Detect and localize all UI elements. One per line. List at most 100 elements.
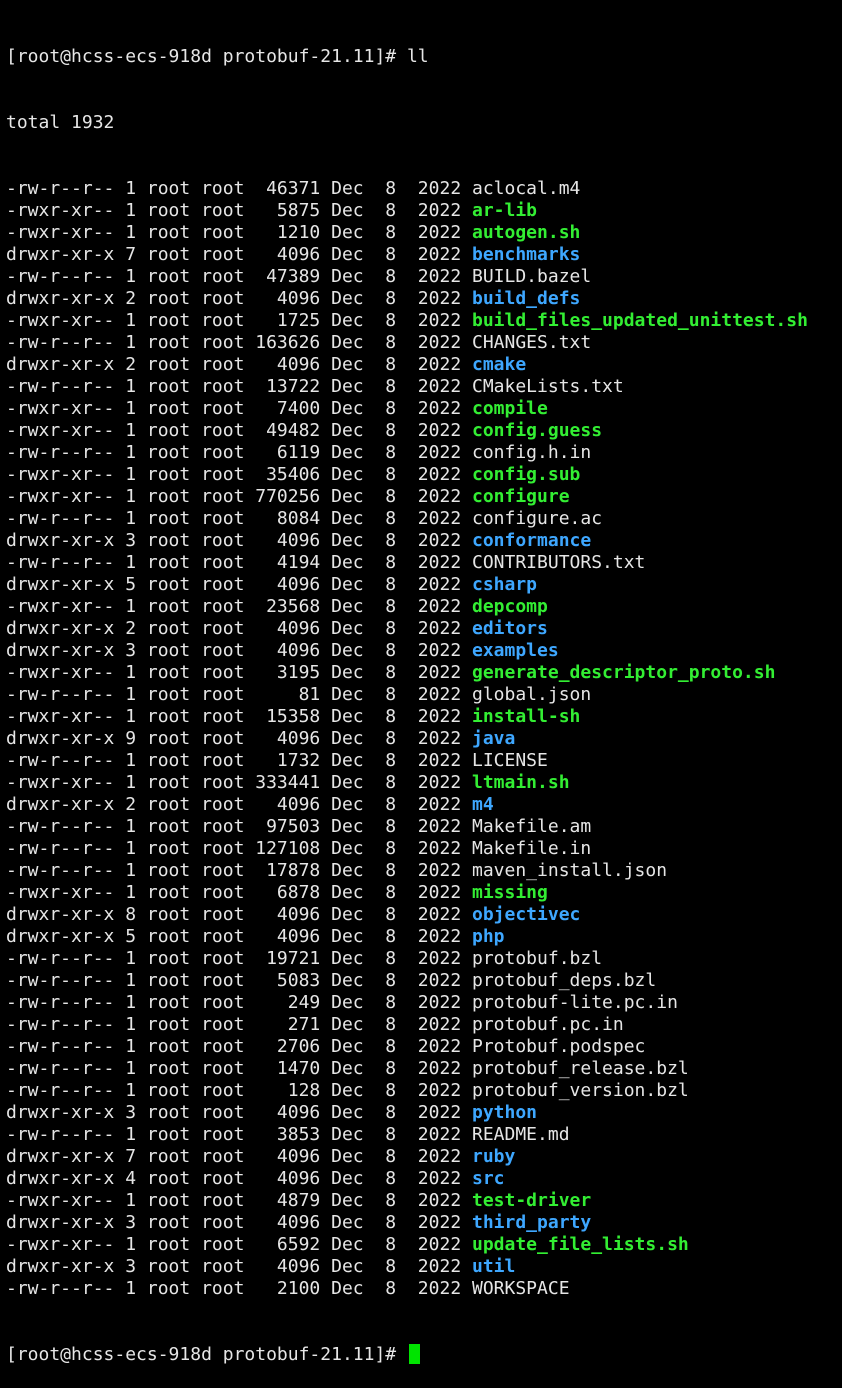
listing-row: -rw-r--r-- 1 root root 5083 Dec 8 2022 p… xyxy=(6,970,842,992)
row-metadata: drwxr-xr-x 2 root root 4096 Dec 8 2022 xyxy=(6,354,472,375)
row-metadata: drwxr-xr-x 7 root root 4096 Dec 8 2022 xyxy=(6,1146,472,1167)
file-name: ruby xyxy=(472,1146,516,1167)
row-metadata: -rwxr-xr-- 1 root root 770256 Dec 8 2022 xyxy=(6,486,472,507)
file-name: configure.ac xyxy=(472,508,603,529)
file-name: Protobuf.podspec xyxy=(472,1036,646,1057)
listing-row: -rwxr-xr-- 1 root root 35406 Dec 8 2022 … xyxy=(6,464,842,486)
row-metadata: drwxr-xr-x 9 root root 4096 Dec 8 2022 xyxy=(6,728,472,749)
file-name: test-driver xyxy=(472,1190,592,1211)
file-name: config.guess xyxy=(472,420,603,441)
row-metadata: -rw-r--r-- 1 root root 3853 Dec 8 2022 xyxy=(6,1124,472,1145)
listing-row: -rw-r--r-- 1 root root 271 Dec 8 2022 pr… xyxy=(6,1014,842,1036)
file-name: CHANGES.txt xyxy=(472,332,592,353)
file-name: util xyxy=(472,1256,516,1277)
file-name: BUILD.bazel xyxy=(472,266,592,287)
listing-row: -rwxr-xr-- 1 root root 1210 Dec 8 2022 a… xyxy=(6,222,842,244)
row-metadata: -rw-r--r-- 1 root root 249 Dec 8 2022 xyxy=(6,992,472,1013)
file-name: LICENSE xyxy=(472,750,548,771)
file-name: benchmarks xyxy=(472,244,581,265)
listing-row: -rw-r--r-- 1 root root 2706 Dec 8 2022 P… xyxy=(6,1036,842,1058)
listing-row: -rwxr-xr-- 1 root root 49482 Dec 8 2022 … xyxy=(6,420,842,442)
listing-row: -rwxr-xr-- 1 root root 333441 Dec 8 2022… xyxy=(6,772,842,794)
row-metadata: drwxr-xr-x 3 root root 4096 Dec 8 2022 xyxy=(6,1212,472,1233)
final-prompt-line[interactable]: [root@hcss-ecs-918d protobuf-21.11]# xyxy=(6,1344,842,1366)
file-name: java xyxy=(472,728,516,749)
file-name: build_files_updated_unittest.sh xyxy=(472,310,808,331)
row-metadata: -rw-r--r-- 1 root root 1732 Dec 8 2022 xyxy=(6,750,472,771)
row-metadata: -rw-r--r-- 1 root root 2706 Dec 8 2022 xyxy=(6,1036,472,1057)
row-metadata: -rwxr-xr-- 1 root root 23568 Dec 8 2022 xyxy=(6,596,472,617)
row-metadata: -rwxr-xr-- 1 root root 15358 Dec 8 2022 xyxy=(6,706,472,727)
command-line: [root@hcss-ecs-918d protobuf-21.11]# ll xyxy=(6,46,842,68)
row-metadata: drwxr-xr-x 7 root root 4096 Dec 8 2022 xyxy=(6,244,472,265)
row-metadata: -rwxr-xr-- 1 root root 49482 Dec 8 2022 xyxy=(6,420,472,441)
file-name: examples xyxy=(472,640,559,661)
row-metadata: -rw-r--r-- 1 root root 6119 Dec 8 2022 xyxy=(6,442,472,463)
listing-row: -rw-r--r-- 1 root root 6119 Dec 8 2022 c… xyxy=(6,442,842,464)
listing-row: -rw-r--r-- 1 root root 47389 Dec 8 2022 … xyxy=(6,266,842,288)
listing-row: -rwxr-xr-- 1 root root 770256 Dec 8 2022… xyxy=(6,486,842,508)
listing-row: drwxr-xr-x 7 root root 4096 Dec 8 2022 b… xyxy=(6,244,842,266)
file-name: ltmain.sh xyxy=(472,772,570,793)
file-name: README.md xyxy=(472,1124,570,1145)
row-metadata: -rw-r--r-- 1 root root 19721 Dec 8 2022 xyxy=(6,948,472,969)
file-name: install-sh xyxy=(472,706,581,727)
row-metadata: drwxr-xr-x 5 root root 4096 Dec 8 2022 xyxy=(6,926,472,947)
listing-row: -rw-r--r-- 1 root root 8084 Dec 8 2022 c… xyxy=(6,508,842,530)
row-metadata: -rw-r--r-- 1 root root 4194 Dec 8 2022 xyxy=(6,552,472,573)
listing-row: -rw-r--r-- 1 root root 1732 Dec 8 2022 L… xyxy=(6,750,842,772)
listing-row: drwxr-xr-x 2 root root 4096 Dec 8 2022 m… xyxy=(6,794,842,816)
row-metadata: -rwxr-xr-- 1 root root 5875 Dec 8 2022 xyxy=(6,200,472,221)
row-metadata: -rwxr-xr-- 1 root root 7400 Dec 8 2022 xyxy=(6,398,472,419)
file-name: protobuf_release.bzl xyxy=(472,1058,689,1079)
row-metadata: -rw-r--r-- 1 root root 97503 Dec 8 2022 xyxy=(6,816,472,837)
row-metadata: -rw-r--r-- 1 root root 127108 Dec 8 2022 xyxy=(6,838,472,859)
file-name: csharp xyxy=(472,574,538,595)
row-metadata: -rw-r--r-- 1 root root 128 Dec 8 2022 xyxy=(6,1080,472,1101)
shell-prompt: [root@hcss-ecs-918d protobuf-21.11]# xyxy=(6,46,407,67)
file-name: missing xyxy=(472,882,548,903)
row-metadata: -rw-r--r-- 1 root root 46371 Dec 8 2022 xyxy=(6,178,472,199)
listing-row: drwxr-xr-x 5 root root 4096 Dec 8 2022 p… xyxy=(6,926,842,948)
listing-row: -rwxr-xr-- 1 root root 1725 Dec 8 2022 b… xyxy=(6,310,842,332)
file-name: maven_install.json xyxy=(472,860,668,881)
row-metadata: drwxr-xr-x 3 root root 4096 Dec 8 2022 xyxy=(6,530,472,551)
row-metadata: -rw-r--r-- 1 root root 17878 Dec 8 2022 xyxy=(6,860,472,881)
terminal-window[interactable]: [root@hcss-ecs-918d protobuf-21.11]# ll … xyxy=(0,0,842,1365)
file-name: protobuf.pc.in xyxy=(472,1014,624,1035)
file-name: WORKSPACE xyxy=(472,1278,570,1299)
listing-row: drwxr-xr-x 3 root root 4096 Dec 8 2022 p… xyxy=(6,1102,842,1124)
row-metadata: drwxr-xr-x 5 root root 4096 Dec 8 2022 xyxy=(6,574,472,595)
listing-row: -rwxr-xr-- 1 root root 15358 Dec 8 2022 … xyxy=(6,706,842,728)
listing-row: -rw-r--r-- 1 root root 127108 Dec 8 2022… xyxy=(6,838,842,860)
file-name: protobuf_version.bzl xyxy=(472,1080,689,1101)
row-metadata: -rw-r--r-- 1 root root 1470 Dec 8 2022 xyxy=(6,1058,472,1079)
file-name: Makefile.in xyxy=(472,838,592,859)
listing-row: -rw-r--r-- 1 root root 46371 Dec 8 2022 … xyxy=(6,178,842,200)
file-name: third_party xyxy=(472,1212,592,1233)
listing-row: -rw-r--r-- 1 root root 3853 Dec 8 2022 R… xyxy=(6,1124,842,1146)
file-name: depcomp xyxy=(472,596,548,617)
file-name: protobuf-lite.pc.in xyxy=(472,992,678,1013)
listing-row: -rw-r--r-- 1 root root 128 Dec 8 2022 pr… xyxy=(6,1080,842,1102)
row-metadata: -rwxr-xr-- 1 root root 4879 Dec 8 2022 xyxy=(6,1190,472,1211)
file-name: autogen.sh xyxy=(472,222,581,243)
row-metadata: drwxr-xr-x 3 root root 4096 Dec 8 2022 xyxy=(6,1102,472,1123)
listing-row: drwxr-xr-x 2 root root 4096 Dec 8 2022 b… xyxy=(6,288,842,310)
listing-row: drwxr-xr-x 9 root root 4096 Dec 8 2022 j… xyxy=(6,728,842,750)
listing-row: drwxr-xr-x 3 root root 4096 Dec 8 2022 t… xyxy=(6,1212,842,1234)
listing-row: -rw-r--r-- 1 root root 249 Dec 8 2022 pr… xyxy=(6,992,842,1014)
listing-row: drwxr-xr-x 3 root root 4096 Dec 8 2022 c… xyxy=(6,530,842,552)
listing-row: -rwxr-xr-- 1 root root 3195 Dec 8 2022 g… xyxy=(6,662,842,684)
file-name: CONTRIBUTORS.txt xyxy=(472,552,646,573)
listing-row: -rw-r--r-- 1 root root 163626 Dec 8 2022… xyxy=(6,332,842,354)
row-metadata: -rw-r--r-- 1 root root 13722 Dec 8 2022 xyxy=(6,376,472,397)
listing-row: drwxr-xr-x 2 root root 4096 Dec 8 2022 e… xyxy=(6,618,842,640)
file-name: Makefile.am xyxy=(472,816,592,837)
file-name: global.json xyxy=(472,684,592,705)
listing-row: -rwxr-xr-- 1 root root 6878 Dec 8 2022 m… xyxy=(6,882,842,904)
file-name: php xyxy=(472,926,505,947)
total-line: total 1932 xyxy=(6,112,115,133)
row-metadata: drwxr-xr-x 2 root root 4096 Dec 8 2022 xyxy=(6,794,472,815)
row-metadata: -rwxr-xr-- 1 root root 1725 Dec 8 2022 xyxy=(6,310,472,331)
